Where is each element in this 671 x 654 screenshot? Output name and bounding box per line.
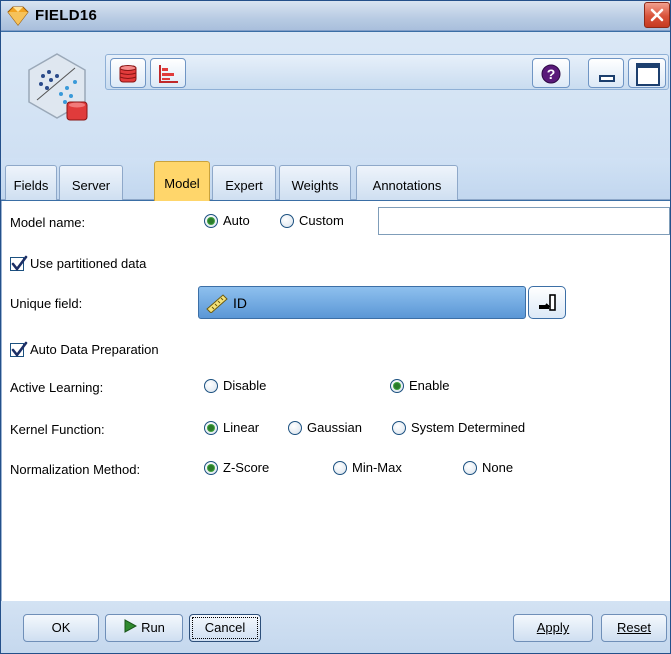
help-button[interactable]: ?: [532, 58, 570, 88]
model-name-auto-radio[interactable]: Auto: [204, 213, 250, 228]
minmax-label: Min-Max: [352, 460, 402, 475]
model-name-input[interactable]: [378, 207, 670, 235]
checkmark-icon: [11, 255, 28, 271]
normalization-method-label: Normalization Method:: [10, 462, 141, 477]
use-partitioned-checkbox[interactable]: Use partitioned data: [10, 255, 147, 271]
radio-indicator[interactable]: [280, 213, 294, 228]
toolbar: ?: [105, 54, 669, 90]
radio-indicator[interactable]: [333, 460, 347, 475]
checkbox-box[interactable]: [10, 341, 28, 357]
play-icon: [123, 616, 138, 642]
title-bar[interactable]: FIELD16: [1, 1, 670, 31]
active-learning-enable-radio[interactable]: Enable: [390, 378, 449, 393]
chart-icon: [159, 65, 178, 83]
maximize-icon: [636, 63, 660, 86]
auto-label: Auto: [223, 213, 250, 228]
button-bar: OK Run Cancel Apply Reset: [1, 601, 670, 653]
tab-weights[interactable]: Weights: [279, 165, 351, 200]
radio-indicator[interactable]: [204, 213, 218, 228]
run-button[interactable]: Run: [105, 614, 183, 642]
normalization-zscore-radio[interactable]: Z-Score: [204, 460, 269, 475]
minimize-icon: [599, 75, 615, 82]
zscore-label: Z-Score: [223, 460, 270, 475]
minimize-button[interactable]: [588, 58, 624, 88]
preview-data-button[interactable]: [110, 58, 146, 88]
custom-label: Custom: [299, 213, 344, 228]
radio-indicator[interactable]: [463, 460, 477, 475]
header-area: ?: [1, 32, 670, 158]
kernel-gaussian-radio[interactable]: Gaussian: [288, 420, 362, 435]
model-name-custom-radio[interactable]: Custom: [280, 213, 344, 228]
apply-button[interactable]: Apply: [513, 614, 593, 642]
radio-indicator[interactable]: [390, 378, 404, 393]
tab-expert[interactable]: Expert: [212, 165, 276, 200]
chart-button[interactable]: [150, 58, 186, 88]
radio-indicator[interactable]: [204, 460, 218, 475]
unique-field-value: ID: [233, 295, 247, 311]
close-icon: [650, 8, 664, 22]
system-determined-label: System Determined: [411, 420, 526, 435]
disable-label: Disable: [223, 378, 267, 393]
model-name-label: Model name:: [10, 215, 86, 230]
radio-indicator[interactable]: [204, 420, 218, 435]
checkbox-box[interactable]: [10, 255, 28, 271]
tab-fields[interactable]: Fields: [5, 165, 57, 200]
auto-data-prep-label: Auto Data Preparation: [30, 342, 159, 357]
linear-label: Linear: [223, 420, 260, 435]
kernel-system-determined-radio[interactable]: System Determined: [392, 420, 525, 435]
unique-field-label: Unique field:: [10, 296, 83, 311]
enable-label: Enable: [409, 378, 450, 393]
kernel-function-label: Kernel Function:: [10, 422, 105, 437]
use-partitioned-label: Use partitioned data: [30, 256, 147, 271]
normalization-minmax-radio[interactable]: Min-Max: [333, 460, 402, 475]
reset-label: Reset: [617, 620, 651, 635]
window-title: FIELD16: [35, 7, 98, 24]
ok-button[interactable]: OK: [23, 614, 99, 642]
tab-annotations[interactable]: Annotations: [356, 165, 458, 200]
unique-field-select[interactable]: ID: [198, 286, 526, 319]
tab-server[interactable]: Server: [59, 165, 123, 200]
tab-bar: Fields Server Model Expert Weights Annot…: [1, 158, 670, 201]
cancel-button[interactable]: Cancel: [189, 614, 261, 642]
auto-data-prep-checkbox[interactable]: Auto Data Preparation: [10, 341, 159, 357]
active-learning-label: Active Learning:: [10, 380, 104, 395]
model-panel: Model name: Auto Custom Use partitioned …: [1, 201, 670, 601]
field-picker-icon: [539, 294, 556, 311]
reset-button[interactable]: Reset: [601, 614, 667, 642]
close-button[interactable]: [644, 2, 670, 28]
gem-icon: [7, 6, 29, 26]
field-picker-button[interactable]: [528, 286, 566, 319]
svm-node-icon: [21, 50, 93, 122]
svg-text:?: ?: [547, 66, 556, 82]
run-label: Run: [141, 620, 165, 635]
normalization-none-radio[interactable]: None: [463, 460, 513, 475]
maximize-button[interactable]: [628, 58, 666, 88]
radio-indicator[interactable]: [288, 420, 302, 435]
dialog-window: FIELD16 ? Fields Server Model Expert Wei…: [0, 0, 671, 654]
help-icon: ?: [541, 64, 561, 84]
radio-indicator[interactable]: [392, 420, 406, 435]
tab-model[interactable]: Model: [154, 161, 210, 201]
checkmark-icon: [11, 341, 28, 357]
active-learning-disable-radio[interactable]: Disable: [204, 378, 266, 393]
radio-indicator[interactable]: [204, 378, 218, 393]
none-label: None: [482, 460, 514, 475]
database-icon: [119, 65, 137, 83]
gaussian-label: Gaussian: [307, 420, 362, 435]
apply-label: Apply: [536, 620, 570, 635]
ruler-icon: [205, 293, 229, 316]
kernel-linear-radio[interactable]: Linear: [204, 420, 259, 435]
